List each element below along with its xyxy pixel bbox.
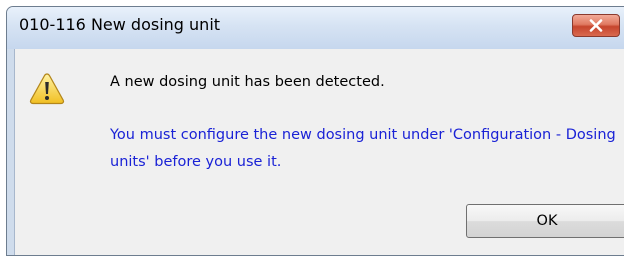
close-button[interactable] (572, 14, 620, 37)
dialog-window: 010-116 New dosing unit A new dosing uni… (6, 6, 624, 256)
message-text: A new dosing unit has been detected. (110, 74, 385, 90)
dialog-body: A new dosing unit has been detected. You… (14, 49, 624, 255)
ok-button[interactable]: OK (466, 204, 624, 238)
window-title: 010-116 New dosing unit (19, 15, 221, 34)
title-bar[interactable]: 010-116 New dosing unit (7, 7, 624, 49)
info-text: You must configure the new dosing unit u… (110, 127, 616, 170)
warning-icon (29, 73, 65, 105)
close-icon (589, 19, 603, 32)
